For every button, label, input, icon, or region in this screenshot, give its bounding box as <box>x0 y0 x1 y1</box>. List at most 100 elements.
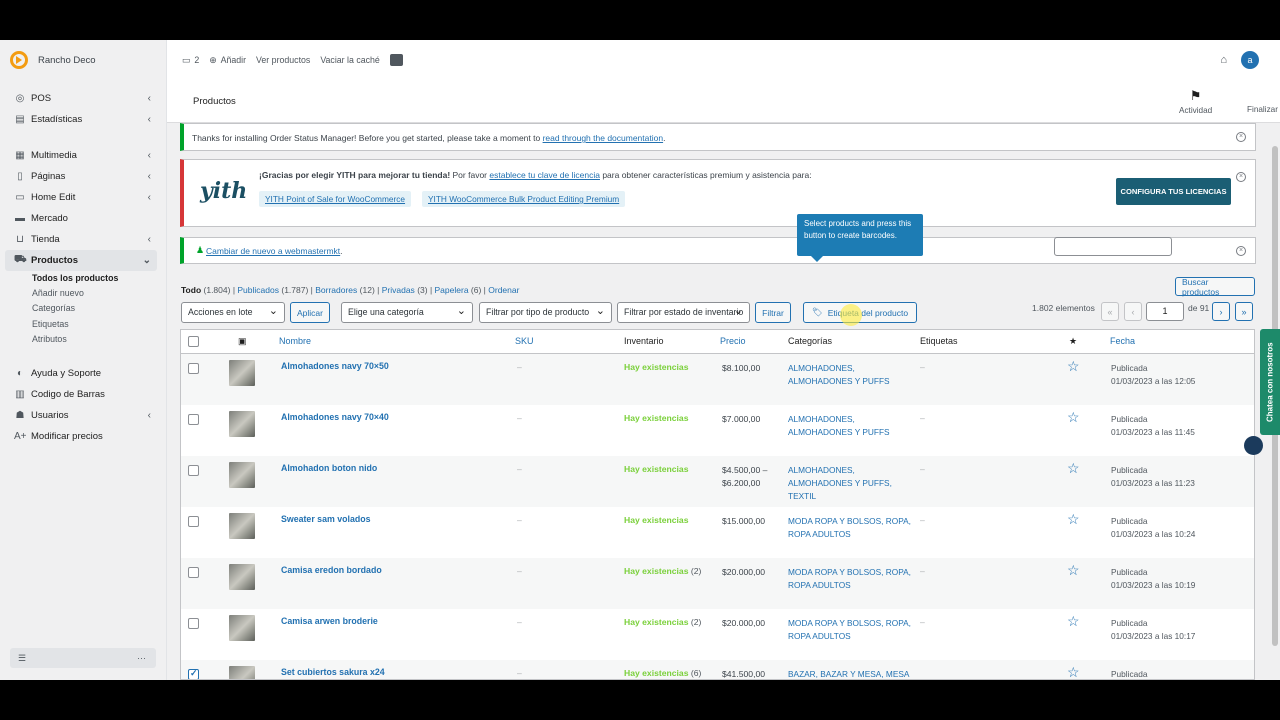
sidebar-item-p-ginas[interactable]: ▯ Páginas ‹ <box>0 166 167 187</box>
configure-licenses-button[interactable]: CONFIGURA TUS LICENCIAS <box>1116 178 1231 205</box>
product-name-link[interactable]: Sweater sam volados <box>281 514 370 524</box>
row-checkbox[interactable] <box>188 465 199 476</box>
sidebar-item-usuarios[interactable]: ☗ Usuarios ‹ <box>0 405 167 426</box>
row-checkbox[interactable] <box>188 363 199 374</box>
finish-setup-button[interactable]: Finalizar <box>1247 88 1278 114</box>
categories-links[interactable]: MODA ROPA Y BOLSOS, ROPA, ROPA ADULTOS <box>788 566 913 592</box>
filter-published[interactable]: Publicados <box>237 285 279 295</box>
featured-star-icon[interactable]: ☆ <box>1067 460 1080 477</box>
sidebar-item-pos[interactable]: ◎ POS ‹ <box>0 88 167 109</box>
table-row[interactable]: Almohadones navy 70×50 – Hay existencias $… <box>181 354 1254 405</box>
row-checkbox[interactable] <box>188 414 199 425</box>
featured-star-icon[interactable]: ☆ <box>1067 562 1080 579</box>
categories-links[interactable]: ALMOHADONES, ALMOHADONES Y PUFFS, TEXTIL <box>788 464 913 503</box>
product-name-link[interactable]: Almohadon boton nido <box>281 463 377 473</box>
home-icon[interactable]: ⌂ <box>1220 54 1227 66</box>
featured-star-icon[interactable]: ☆ <box>1067 664 1080 679</box>
dismiss-icon[interactable]: × <box>1236 132 1246 142</box>
filter-drafts[interactable]: Borradores <box>315 285 357 295</box>
categories-links[interactable]: BAZAR, BAZAR Y MESA, MESA <box>788 668 913 679</box>
dismiss-icon[interactable]: × <box>1236 245 1246 256</box>
categories-links[interactable]: ALMOHADONES, ALMOHADONES Y PUFFS <box>788 362 913 388</box>
sidebar-item-tienda[interactable]: ⊔ Tienda ‹ <box>0 229 167 250</box>
product-thumbnail[interactable] <box>229 564 255 590</box>
site-brand[interactable]: Rancho Deco <box>10 50 96 70</box>
activity-button[interactable]: ⚑ Actividad <box>1179 88 1212 115</box>
product-thumbnail[interactable] <box>229 462 255 488</box>
filter-all[interactable]: Todo <box>181 285 201 295</box>
next-page-button[interactable]: › <box>1212 302 1230 321</box>
dismiss-icon[interactable]: × <box>1236 172 1246 182</box>
table-row[interactable]: Set cubiertos sakura x24 – Hay existencias… <box>181 660 1254 679</box>
first-page-button[interactable]: « <box>1101 302 1119 321</box>
col-name[interactable]: Nombre <box>279 336 311 346</box>
yith-bulk-tag[interactable]: YITH WooCommerce Bulk Product Editing Pr… <box>422 191 626 207</box>
table-row[interactable]: Camisa eredon bordado – Hay existencias (2… <box>181 558 1254 609</box>
yith-pos-tag[interactable]: YITH Point of Sale for WooCommerce <box>259 191 412 207</box>
featured-star-icon[interactable]: ☆ <box>1067 511 1080 528</box>
featured-star-icon[interactable]: ☆ <box>1067 613 1080 630</box>
current-page-input[interactable]: 1 <box>1146 302 1184 321</box>
bulk-action-select[interactable]: Acciones en lote <box>181 302 285 323</box>
sidebar-item-codigo-de-barras[interactable]: ▥ Codigo de Barras <box>0 384 167 405</box>
product-thumbnail[interactable] <box>229 411 255 437</box>
select-all-checkbox[interactable] <box>188 336 199 347</box>
product-name-link[interactable]: Almohadones navy 70×50 <box>281 361 389 371</box>
submenu-item[interactable]: Atributos <box>32 332 167 347</box>
row-checkbox[interactable] <box>188 618 199 629</box>
table-row[interactable]: Almohadones navy 70×40 – Hay existencias $… <box>181 405 1254 456</box>
submenu-item[interactable]: Todos los productos <box>32 271 167 286</box>
docs-link[interactable]: read through the documentation <box>543 133 664 143</box>
product-name-link[interactable]: Set cubiertos sakura x24 <box>281 667 385 677</box>
comments-link[interactable]: ▭ 2 <box>182 55 199 66</box>
chat-tab[interactable]: Chatea con nosotros <box>1260 329 1280 435</box>
filter-button[interactable]: Filtrar <box>755 302 791 323</box>
row-checkbox[interactable] <box>188 516 199 527</box>
filter-private[interactable]: Privadas <box>382 285 415 295</box>
submenu-item[interactable]: Añadir nuevo <box>32 286 167 301</box>
add-new-link[interactable]: ⊕ Añadir <box>209 55 246 66</box>
stock-status-select[interactable]: Filtrar por estado de inventario <box>617 302 750 323</box>
categories-links[interactable]: ALMOHADONES, ALMOHADONES Y PUFFS <box>788 413 913 439</box>
product-thumbnail[interactable] <box>229 513 255 539</box>
search-input[interactable] <box>1054 237 1172 256</box>
sidebar-item-estad-sticas[interactable]: ▤ Estadísticas ‹ <box>0 109 167 130</box>
product-thumbnail[interactable] <box>229 666 255 679</box>
table-row[interactable]: Sweater sam volados – Hay existencias $15.… <box>181 507 1254 558</box>
categories-links[interactable]: MODA ROPA Y BOLSOS, ROPA, ROPA ADULTOS <box>788 617 913 643</box>
product-name-link[interactable]: Almohadones navy 70×40 <box>281 412 389 422</box>
collapse-menu-icon[interactable]: ☰ <box>18 653 26 664</box>
sidebar-item-mercado[interactable]: ▬ Mercado <box>0 208 167 229</box>
sidebar-item-modificar-precios[interactable]: A+ Modificar precios <box>0 426 167 447</box>
filter-trash[interactable]: Papelera <box>435 285 469 295</box>
col-sku[interactable]: SKU <box>515 336 534 346</box>
sidebar-item-multimedia[interactable]: ▦ Multimedia ‹ <box>0 145 167 166</box>
product-thumbnail[interactable] <box>229 360 255 386</box>
sort-link[interactable]: Ordenar <box>488 285 519 295</box>
submenu-item[interactable]: Categorías <box>32 301 167 316</box>
product-name-link[interactable]: Camisa arwen broderie <box>281 616 378 626</box>
sidebar-item-home-edit[interactable]: ▭ Home Edit ‹ <box>0 187 167 208</box>
featured-column-icon[interactable]: ★ <box>1069 336 1077 347</box>
sidebar-item-productos[interactable]: ⛟ Productos ⌄ <box>5 250 157 271</box>
chat-bubble-icon[interactable] <box>1244 436 1263 455</box>
prev-page-button[interactable]: ‹ <box>1124 302 1142 321</box>
product-thumbnail[interactable] <box>229 615 255 641</box>
clear-cache-link[interactable]: Vaciar la caché <box>320 55 380 65</box>
screen-icon[interactable] <box>389 54 403 66</box>
product-name-link[interactable]: Camisa eredon bordado <box>281 565 382 575</box>
category-select[interactable]: Elige una categoría <box>341 302 473 323</box>
col-price[interactable]: Precio <box>720 336 746 346</box>
product-type-select[interactable]: Filtrar por tipo de producto <box>479 302 612 323</box>
col-date[interactable]: Fecha <box>1110 336 1135 346</box>
row-checkbox[interactable] <box>188 668 199 679</box>
search-products-button[interactable]: Buscar productos <box>1175 277 1255 297</box>
categories-links[interactable]: MODA ROPA Y BOLSOS, ROPA, ROPA ADULTOS <box>788 515 913 541</box>
last-page-button[interactable]: » <box>1235 302 1253 321</box>
row-checkbox[interactable] <box>188 567 199 578</box>
user-avatar[interactable]: a <box>1241 51 1259 69</box>
license-key-link[interactable]: establece tu clave de licencia <box>489 170 600 180</box>
apply-button[interactable]: Aplicar <box>290 302 330 323</box>
featured-star-icon[interactable]: ☆ <box>1067 358 1080 375</box>
table-row[interactable]: Almohadon boton nido – Hay existencias $4.… <box>181 456 1254 507</box>
